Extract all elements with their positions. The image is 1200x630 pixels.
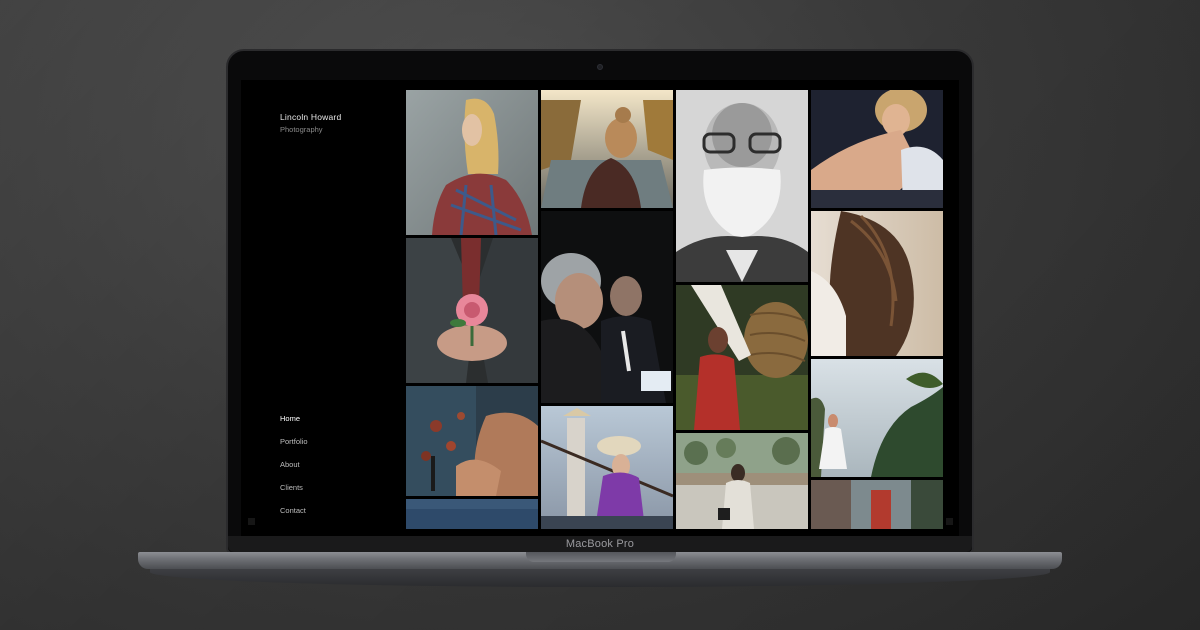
- photo-woman-plaid-shirt[interactable]: [406, 90, 538, 235]
- photo-woman-canal[interactable]: [541, 90, 673, 208]
- site-nav: Home Portfolio About Clients Contact: [280, 414, 308, 529]
- photo-elderly-couple[interactable]: [541, 211, 673, 403]
- webcam-icon: [597, 64, 603, 70]
- device-label: MacBook Pro: [565, 538, 635, 550]
- photo-woman-long-hair[interactable]: [811, 211, 943, 356]
- photo-boatmen[interactable]: [541, 406, 673, 529]
- nav-about[interactable]: About: [280, 460, 308, 483]
- photo-hands-pink-flower[interactable]: [406, 238, 538, 383]
- photo-elderly-man-beard[interactable]: [676, 90, 808, 282]
- photo-woman-park[interactable]: [676, 433, 808, 529]
- nav-portfolio[interactable]: Portfolio: [280, 437, 308, 460]
- photo-woman-sitting-sunlight[interactable]: [811, 90, 943, 208]
- laptop-screen: Lincoln Howard Photography Home Portfoli…: [241, 80, 959, 536]
- site-brand[interactable]: Lincoln Howard Photography: [280, 112, 341, 134]
- brand-tagline: Photography: [280, 125, 323, 134]
- nav-clients[interactable]: Clients: [280, 483, 308, 506]
- photo-hands-crafting[interactable]: [406, 386, 538, 496]
- brand-name[interactable]: Lincoln Howard: [280, 112, 341, 122]
- photo-partial-red[interactable]: [811, 480, 943, 529]
- nav-home[interactable]: Home: [280, 414, 308, 437]
- photo-partial-blue[interactable]: [406, 499, 538, 529]
- photo-woman-white-dress-trees[interactable]: [811, 359, 943, 477]
- screen-corner-right: [946, 518, 953, 525]
- screen-corner-left: [248, 518, 255, 525]
- photo-woman-basket[interactable]: [676, 285, 808, 430]
- laptop-opening-notch: [526, 552, 676, 562]
- nav-contact[interactable]: Contact: [280, 506, 308, 529]
